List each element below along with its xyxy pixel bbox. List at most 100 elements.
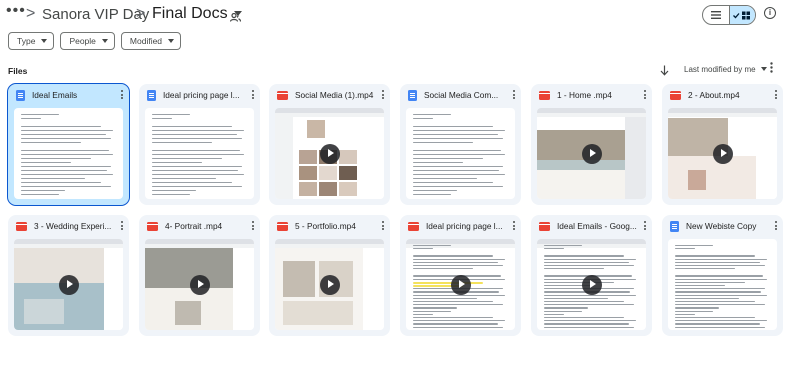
file-card[interactable]: 2 - About.mp4	[662, 84, 783, 205]
more-vert-icon[interactable]	[251, 221, 254, 231]
chevron-down-icon[interactable]	[760, 67, 767, 71]
file-card-header: 1 - Home .mp4	[531, 84, 652, 106]
play-icon[interactable]	[712, 143, 733, 164]
text-line	[152, 138, 242, 140]
file-thumbnail[interactable]	[537, 239, 646, 330]
files-section-label: Files	[8, 66, 28, 76]
play-icon[interactable]	[58, 274, 79, 295]
more-vert-icon[interactable]	[251, 90, 254, 100]
text-line	[21, 154, 113, 156]
filter-people-chip[interactable]: People	[60, 32, 115, 50]
file-card[interactable]: Ideal Emails	[7, 83, 130, 206]
text-line	[152, 194, 190, 196]
file-card-header: New Webiste Copy	[662, 215, 783, 237]
more-vert-icon[interactable]	[770, 62, 773, 76]
google-docs-icon	[16, 89, 25, 101]
file-card-header: Ideal Emails	[8, 84, 129, 106]
more-vert-icon[interactable]	[381, 221, 384, 231]
text-line	[152, 174, 244, 176]
more-vert-icon[interactable]	[512, 221, 515, 231]
text-line	[21, 190, 65, 192]
more-vert-icon[interactable]	[774, 221, 777, 231]
file-thumbnail[interactable]	[275, 239, 384, 330]
text-line	[675, 291, 761, 293]
file-thumbnail[interactable]	[668, 239, 777, 330]
file-card[interactable]: 5 - Portfolio.mp4	[269, 215, 390, 336]
text-line	[152, 162, 202, 164]
grid-view-icon	[733, 11, 751, 19]
file-name: Social Media Com...	[424, 90, 499, 100]
breadcrumb-parent[interactable]: Sanora VIP Day	[42, 6, 149, 23]
side-panel	[104, 248, 123, 330]
sort-by-dropdown[interactable]: Last modified by me	[684, 65, 756, 74]
photo-tile	[339, 166, 357, 180]
file-thumbnail[interactable]	[275, 108, 384, 199]
text-line	[675, 261, 760, 264]
file-name: Ideal pricing page l...	[426, 221, 503, 231]
file-card[interactable]: Social Media (1).mp4	[269, 84, 390, 205]
text-line	[152, 118, 172, 120]
file-thumbnail[interactable]	[406, 239, 515, 330]
file-card[interactable]: 4- Portrait .mp4	[139, 215, 260, 336]
file-card[interactable]: Ideal Emails - Goog...	[531, 215, 652, 336]
text-line	[413, 248, 433, 250]
more-vert-icon[interactable]	[120, 221, 123, 231]
arrow-down-icon[interactable]	[660, 63, 672, 76]
text-line	[413, 134, 498, 136]
text-line	[544, 323, 629, 325]
more-vert-icon[interactable]	[381, 90, 384, 100]
breadcrumb-current-folder[interactable]: Final Docs	[152, 5, 242, 23]
photo-tile	[283, 261, 315, 297]
file-card-header: 2 - About.mp4	[662, 84, 783, 106]
text-line	[413, 174, 505, 176]
play-icon[interactable]	[581, 143, 602, 164]
side-panel	[363, 248, 384, 330]
file-card[interactable]: Social Media Com...	[400, 84, 521, 205]
play-icon[interactable]	[450, 274, 471, 295]
list-view-button[interactable]	[703, 6, 729, 24]
text-line	[413, 194, 451, 196]
google-docs-icon	[408, 89, 417, 101]
more-vert-icon[interactable]	[120, 90, 123, 100]
video-file-icon	[277, 221, 288, 231]
text-line	[413, 118, 433, 120]
people-shared-icon[interactable]	[229, 9, 242, 27]
file-thumbnail[interactable]	[14, 239, 123, 330]
text-line	[544, 301, 624, 303]
file-thumbnail[interactable]	[14, 108, 123, 199]
file-card[interactable]: 1 - Home .mp4	[531, 84, 652, 205]
grid-view-button[interactable]	[728, 6, 755, 24]
more-vert-icon[interactable]	[643, 221, 646, 231]
file-thumbnail[interactable]	[145, 108, 254, 199]
text-line	[152, 166, 242, 168]
filter-modified-chip[interactable]: Modified	[120, 32, 182, 50]
info-icon[interactable]: i	[764, 7, 776, 19]
more-vert-icon[interactable]	[512, 90, 515, 100]
file-card[interactable]: 3 - Wedding Experi...	[8, 215, 129, 336]
text-line	[413, 301, 493, 303]
text-line	[152, 126, 232, 128]
play-icon[interactable]	[319, 274, 340, 295]
play-icon[interactable]	[189, 274, 210, 295]
file-card[interactable]: Ideal pricing page l...	[400, 215, 521, 336]
file-card[interactable]: Ideal pricing page l...	[139, 84, 260, 205]
file-thumbnail[interactable]	[406, 108, 515, 199]
sort-label: Last modified by me	[684, 64, 756, 74]
filter-type-chip[interactable]: Type	[8, 32, 55, 50]
play-icon[interactable]	[319, 143, 340, 164]
photo-tile	[299, 182, 317, 196]
photo-tile	[339, 150, 357, 164]
video-file-icon	[147, 221, 158, 231]
file-thumbnail[interactable]	[537, 108, 646, 199]
file-card-header: Ideal pricing page l...	[400, 215, 521, 237]
text-line	[413, 310, 451, 312]
file-thumbnail[interactable]	[668, 108, 777, 199]
play-icon[interactable]	[581, 274, 602, 295]
file-thumbnail[interactable]	[145, 239, 254, 330]
more-vert-icon[interactable]	[774, 90, 777, 100]
file-card-header: 5 - Portfolio.mp4	[269, 215, 390, 237]
file-card[interactable]: New Webiste Copy	[662, 215, 783, 336]
more-vert-icon[interactable]	[643, 90, 646, 100]
breadcrumb-more-button[interactable]: •••	[6, 2, 26, 20]
text-line	[413, 320, 505, 322]
